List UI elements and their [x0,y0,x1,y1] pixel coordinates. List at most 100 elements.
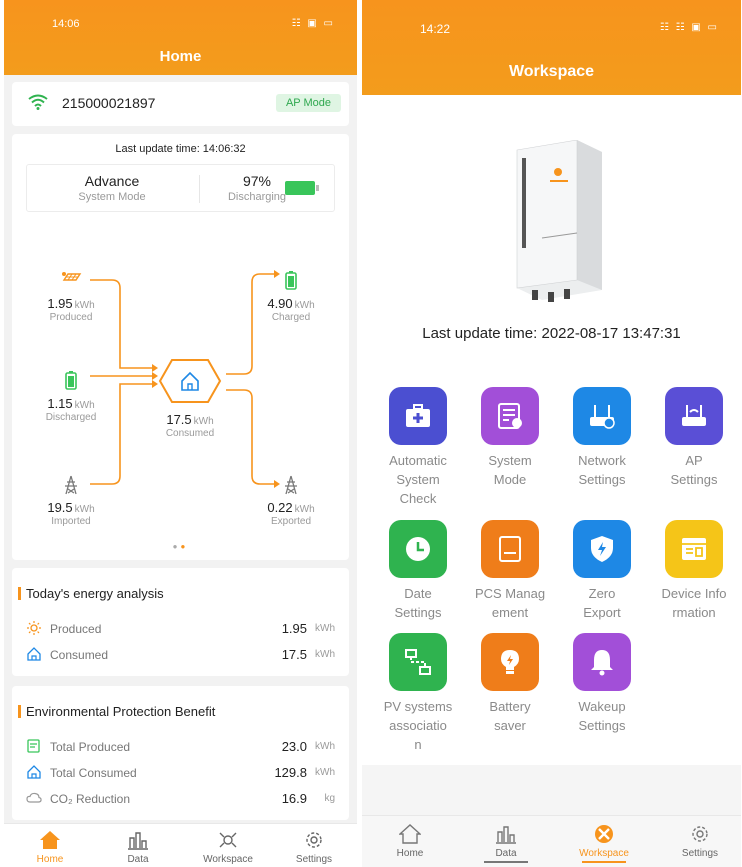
power-tower-icon [65,475,77,495]
gear-icon [306,832,322,848]
bar-chart-icon [496,826,516,844]
tile-label: Wakeup Settings [578,699,626,733]
settings-list-icon [498,403,522,429]
env-total-produced-label: Total Produced [50,740,131,754]
env-total-produced-value: 23.0 [281,739,307,754]
battery-icon [285,271,297,290]
nav-home[interactable]: Home [10,830,90,865]
env-co2-value: 16.9 [281,791,307,806]
nav-workspace[interactable]: Workspace [188,830,268,865]
consumed-value: 17.5 [166,412,192,427]
inverter-image [516,140,602,302]
house-icon [27,765,41,779]
tile-date-settings[interactable]: Date Settings [372,520,464,622]
tile-device-information[interactable]: Device Info rmation [648,520,740,622]
env-total-produced-unit: kWh [315,741,335,752]
discharged-label: Discharged [45,412,97,423]
network-link-icon [405,649,431,675]
bottom-nav: Home Data Workspace Settings [4,823,357,867]
nav-workspace-label: Workspace [203,854,253,865]
nav-data[interactable]: Data [98,830,178,865]
discharged-value: 1.15 [47,396,73,411]
nav-home[interactable]: Home [370,824,450,859]
workspace-icon [219,832,237,848]
nav-settings[interactable]: Settings [274,830,354,865]
nav-workspace[interactable]: Workspace [564,824,644,863]
tile-network-settings[interactable]: Network Settings [556,387,648,489]
consumed-unit: kWh [193,416,214,427]
bottom-nav: Home Data Workspace Settings [362,815,741,867]
node-discharged: 1.15 kWh Discharged [26,370,116,423]
ap-mode-badge[interactable]: AP Mode [275,94,341,112]
tile-pcs-management[interactable]: PCS Manag ement [464,520,556,622]
router-icon [590,405,615,429]
tile-label: Network Settings [578,453,626,487]
analysis-title: Today's energy analysis [18,586,164,601]
page-title: Home [159,48,202,65]
nav-underline [582,861,626,863]
cloud-icon [26,792,42,803]
shield-bolt-icon [591,536,613,562]
status-time: 14:22 [420,22,451,36]
charged-value: 4.90 [267,296,293,311]
status-icons: ☷ ▣ ▭ [291,18,335,29]
tile-system-mode[interactable]: System Mode [464,387,556,489]
energy-analysis-card: Today's energy analysis Produced 1.95 kW… [12,568,349,676]
nav-settings-label: Settings [295,854,333,865]
bulb-icon [501,650,519,674]
exported-label: Exported [270,516,312,527]
nav-data-label: Data [127,854,149,865]
analysis-consumed-label: Consumed [50,648,109,662]
document-icon [27,739,40,753]
status-icons: ☷ ☷ ▣ ▭ [659,22,719,33]
analysis-consumed-unit: kWh [315,649,335,660]
tile-label: Battery saver [489,699,531,733]
tile-pv-systems-association[interactable]: PV systems associatio n [372,633,464,754]
charged-unit: kWh [294,300,315,311]
env-total-consumed-value: 129.8 [274,765,307,780]
tile-ap-settings[interactable]: AP Settings [648,387,740,489]
house-icon [27,647,41,661]
tile-automatic-system-check[interactable]: Automatic System Check [372,387,464,508]
env-row-total-produced: Total Produced 23.0 kWh [26,738,335,756]
device-serial: 215000021897 [62,95,156,111]
nav-data[interactable]: Data [466,824,546,863]
solar-panel-icon [62,272,82,281]
status-bar: 14:06 ☷ ▣ ▭ [4,14,357,30]
env-row-total-consumed: Total Consumed 129.8 kWh [26,764,335,782]
inverter-icon [499,536,521,562]
energy-flow-card: Last update time: 14:06:32 Advance Syste… [12,134,349,560]
tile-zero-export[interactable]: Zero Export [556,520,648,622]
last-update-time: Last update time: 2022-08-17 13:47:31 [422,325,681,342]
env-co2-unit: kg [324,793,335,804]
page-indicator[interactable]: ●● [12,542,349,551]
tile-battery-saver[interactable]: Battery saver [464,633,556,735]
medical-kit-icon [406,404,430,427]
workspace-icon [595,825,613,843]
charged-label: Charged [271,312,311,323]
nav-settings[interactable]: Settings [660,824,740,859]
imported-label: Imported [51,516,91,527]
spacer [362,765,741,815]
analysis-row-consumed: Consumed 17.5 kWh [26,646,335,664]
home-header: 14:06 ☷ ▣ ▭ Home [4,0,357,75]
discharged-unit: kWh [74,400,95,411]
tile-label: System Mode [488,453,532,487]
tile-label: PCS Manag ement [474,586,546,620]
info-panel-icon [682,538,706,560]
device-card[interactable]: 215000021897 AP Mode [12,82,349,126]
tile-label: PV systems associatio n [383,699,453,752]
environment-benefit-card: Environmental Protection Benefit Total P… [12,686,349,820]
tile-wakeup-settings[interactable]: Wakeup Settings [556,633,648,735]
nav-underline [484,861,528,863]
node-charged: 4.90 kWh Charged [246,270,336,323]
home-icon [40,831,60,849]
tile-label: Zero Export [583,586,621,620]
gear-icon [692,826,708,842]
bell-icon [591,650,613,676]
consumed-label: Consumed [165,428,215,439]
status-bar: 14:22 ☷ ☷ ▣ ▭ [362,14,741,36]
imported-unit: kWh [74,504,95,515]
env-total-consumed-unit: kWh [315,767,335,778]
node-imported: 19.5 kWh Imported [26,474,116,527]
